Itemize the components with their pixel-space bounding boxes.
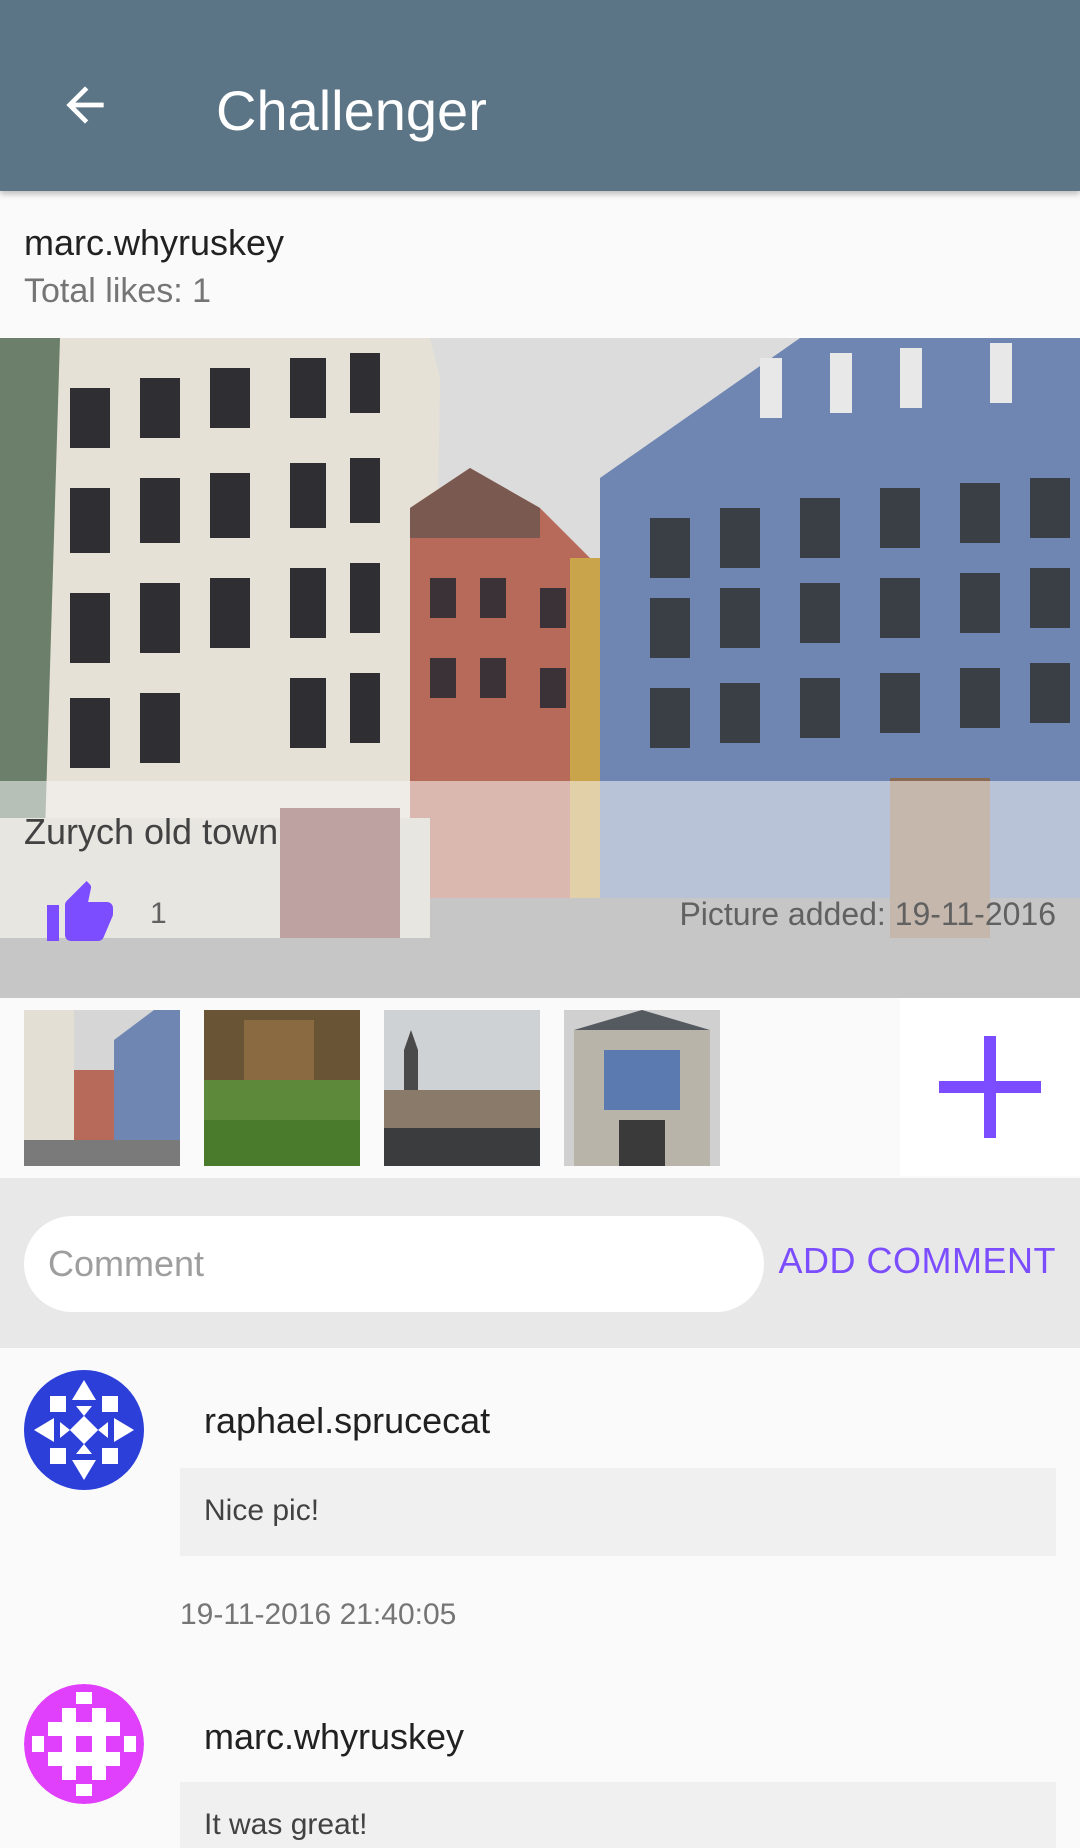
like-button[interactable] — [44, 878, 124, 954]
comment-bubble: Nice pic! — [180, 1468, 1056, 1556]
comment-timestamp: 19-11-2016 21:40:05 — [180, 1598, 457, 1631]
thumbnail-2-image — [204, 1010, 360, 1166]
thumbnail-1-image — [24, 1010, 180, 1166]
comment-username[interactable]: raphael.sprucecat — [204, 1400, 490, 1442]
thumbnail-1[interactable] — [24, 1010, 180, 1166]
comment-input[interactable] — [24, 1216, 764, 1312]
comment-bubble: It was great! — [180, 1782, 1056, 1848]
avatar[interactable] — [24, 1684, 144, 1804]
arrow-left-icon — [66, 86, 104, 124]
plus-icon — [939, 1036, 1041, 1138]
thumbnail-4[interactable] — [564, 1010, 720, 1166]
comment-username[interactable]: marc.whyruskey — [204, 1716, 464, 1758]
identicon-avatar-icon — [24, 1370, 144, 1490]
add-photo-button[interactable] — [900, 998, 1080, 1176]
total-likes-label: Total likes: 1 — [24, 272, 212, 310]
like-count: 1 — [150, 897, 167, 930]
thumbnail-4-image — [564, 1010, 720, 1166]
post-owner-username[interactable]: marc.whyruskey — [24, 222, 284, 264]
page-title: Challenger — [216, 79, 487, 142]
back-button[interactable] — [40, 60, 130, 150]
avatar[interactable] — [24, 1370, 144, 1490]
photo-caption: Zurych old town — [24, 811, 279, 852]
comment-text: It was great! — [204, 1808, 368, 1841]
identicon-avatar-icon — [24, 1684, 144, 1804]
thumbs-up-icon — [47, 881, 113, 941]
comment-input-bar: ADD COMMENT — [0, 1178, 1080, 1348]
thumbnail-3-image — [384, 1010, 540, 1166]
comment-text: Nice pic! — [204, 1494, 320, 1527]
add-comment-button[interactable]: ADD COMMENT — [779, 1240, 1057, 1282]
picture-added-date: Picture added: 19-11-2016 — [679, 896, 1056, 932]
app-bar: Challenger — [0, 0, 1080, 191]
thumbnail-3[interactable] — [384, 1010, 540, 1166]
thumbnail-strip — [0, 998, 1080, 1178]
thumbnail-2[interactable] — [204, 1010, 360, 1166]
